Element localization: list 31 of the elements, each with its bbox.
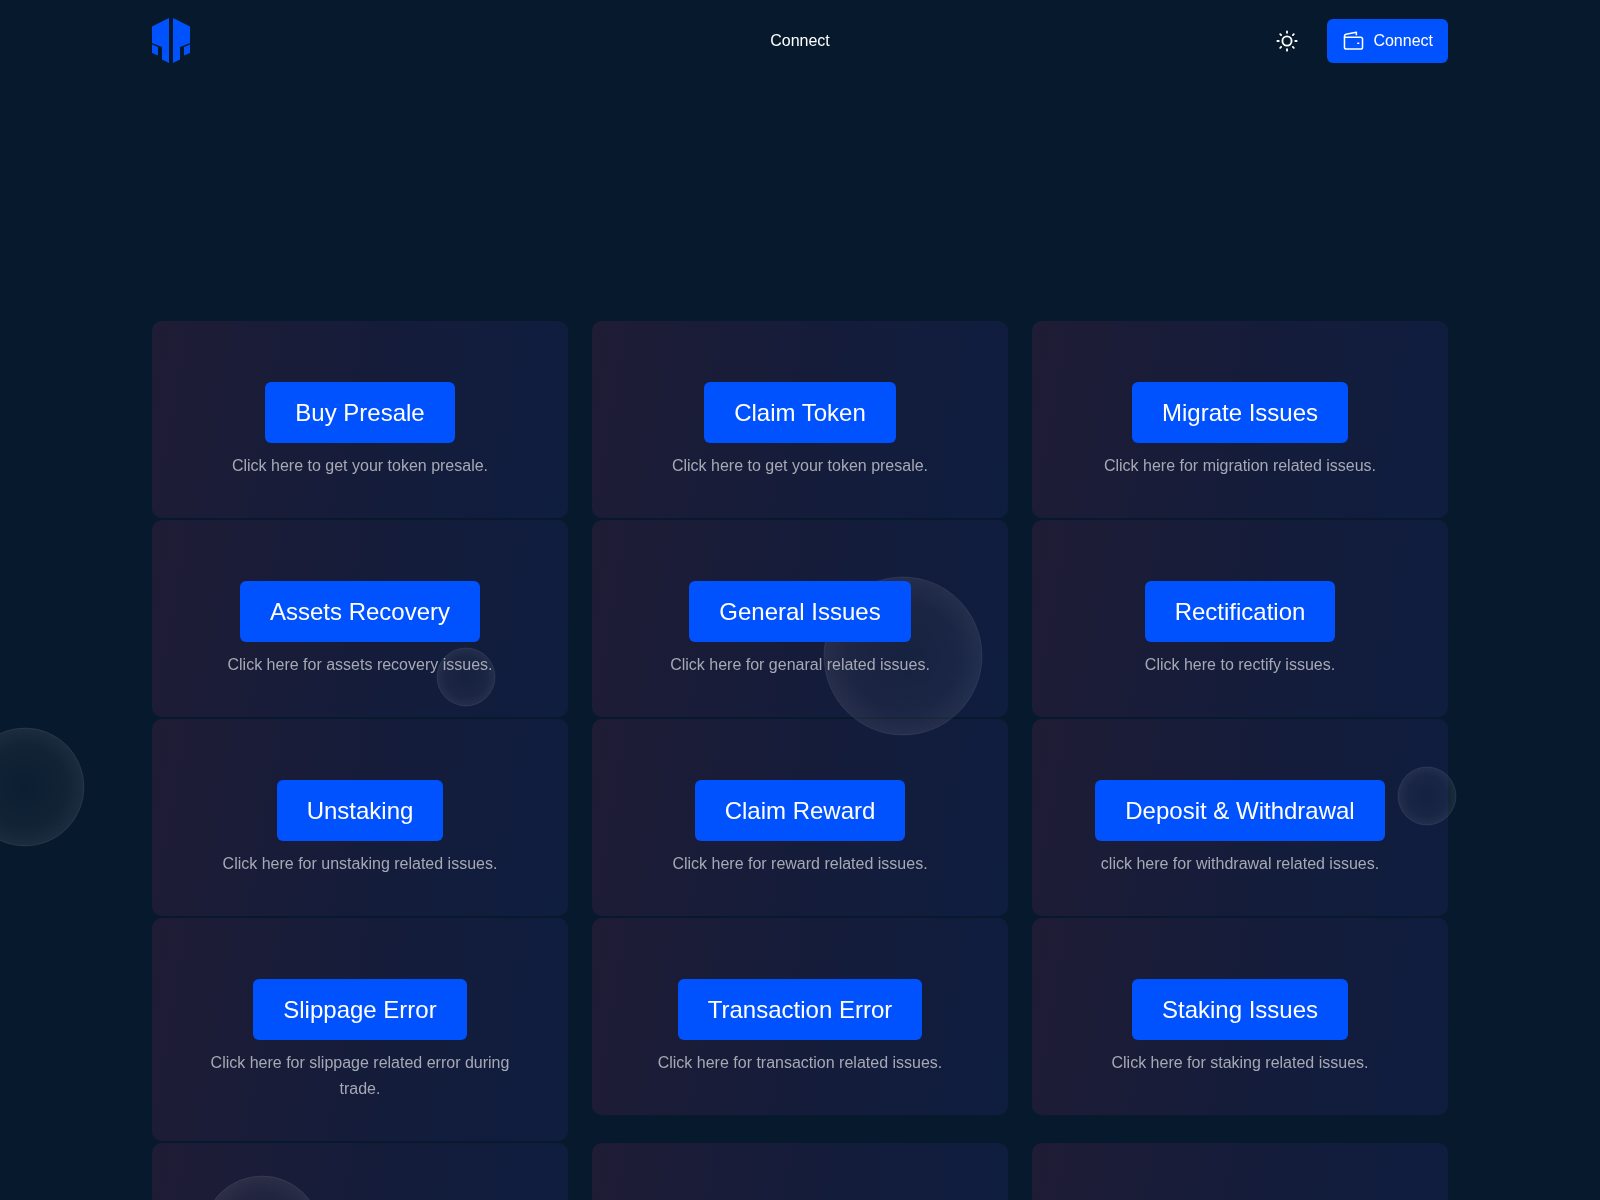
action-button[interactable]: Staking Issues [1131,979,1349,1040]
card-description: click here for withdrawal related issues. [1100,854,1380,874]
sun-icon[interactable] [1276,29,1299,52]
action-button[interactable]: Deposit & Withdrawal [1095,780,1385,841]
card-description: Click here for reward related issues. [672,854,928,874]
card-description: Click here for slippage related error during trade. [209,1053,511,1099]
action-button[interactable]: Claim Reward [694,780,906,841]
card-description: Click here to rectify issues. [1144,655,1336,675]
card-description: Click here for migration related isseus. [1103,456,1377,476]
action-button[interactable]: Assets Recovery [239,581,481,642]
card-description: Click here for staking related issues. [1111,1053,1369,1073]
action-button[interactable]: Migrate Issues [1131,382,1349,443]
card-description: Click here for assets recovery issues. [227,655,493,675]
bubble [1397,766,1457,826]
card-description: Click here for genaral related issues. [670,655,930,675]
action-button[interactable]: Rectification [1144,581,1336,642]
card-description: Click here for transaction related issues. [657,1053,943,1073]
card-description: Click here to get your token presale. [671,456,929,476]
card-description: Click here to get your token presale. [231,456,489,476]
action-button[interactable]: Transaction Error [677,979,923,1040]
logo[interactable] [152,18,190,63]
card-description: Click here for unstaking related issues. [222,854,498,874]
nav-link[interactable]: Connect [770,30,830,51]
action-button[interactable]: General Issues [689,581,911,642]
action-button[interactable]: Buy Presale [265,382,455,443]
action-button[interactable]: Claim Token [704,382,896,443]
connect-button[interactable]: Connect [1327,18,1448,63]
action-button[interactable]: Unstaking [276,780,444,841]
bubble [436,647,496,707]
wallet-icon [1343,31,1365,50]
action-button[interactable]: Slippage Error [253,979,467,1040]
